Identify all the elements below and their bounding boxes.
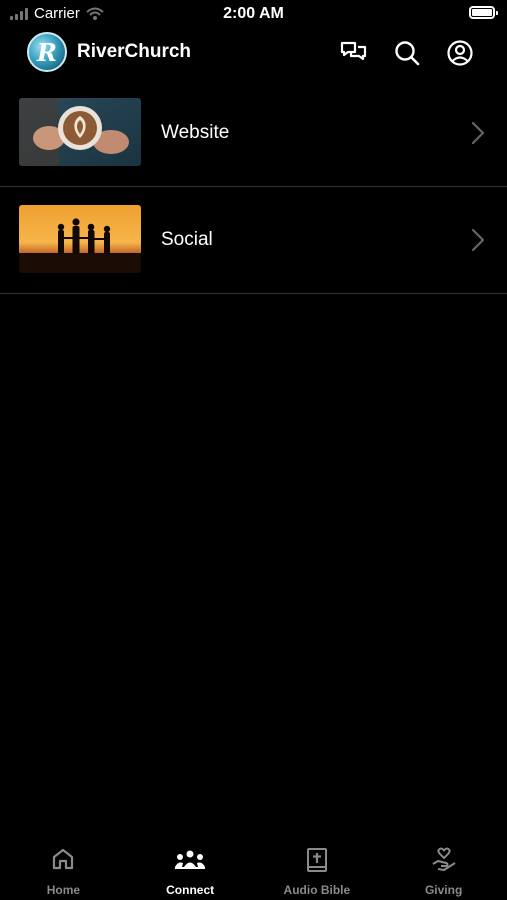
connect-list: Website Social [0,80,507,294]
tab-label: Home [46,883,81,897]
tab-giving[interactable]: Giving [380,840,507,900]
tab-audio-bible[interactable]: Audio Bible [254,840,381,900]
giving-hand-icon [432,847,456,871]
app-header: R RiverChurch [0,30,507,76]
list-item-website[interactable]: Website [0,80,507,187]
tab-bar: Home Connect Audio Bible Giving [0,840,507,900]
list-item-label: Website [161,122,230,143]
battery-icon [469,6,498,19]
status-bar: Carrier 2:00 AM [0,0,507,28]
chat-icon[interactable] [339,39,367,67]
church-logo[interactable]: R [27,32,67,72]
tab-label: Audio Bible [283,883,351,897]
tab-label: Giving [424,883,463,897]
tab-connect[interactable]: Connect [127,840,254,900]
profile-icon[interactable] [446,39,474,67]
list-item-social[interactable]: Social [0,187,507,294]
social-thumbnail [19,205,141,273]
tab-home[interactable]: Home [0,840,127,900]
status-time: 2:00 AM [223,5,284,22]
search-icon[interactable] [393,39,421,67]
list-item-label: Social [161,229,213,250]
chevron-right-icon [471,228,485,252]
app-title: RiverChurch [77,41,192,62]
bible-icon [306,848,327,872]
logo-letter: R [37,37,57,67]
website-thumbnail [19,98,141,166]
chevron-right-icon [471,121,485,145]
home-icon [53,848,74,870]
tab-label: Connect [166,883,215,897]
people-icon [175,850,206,869]
